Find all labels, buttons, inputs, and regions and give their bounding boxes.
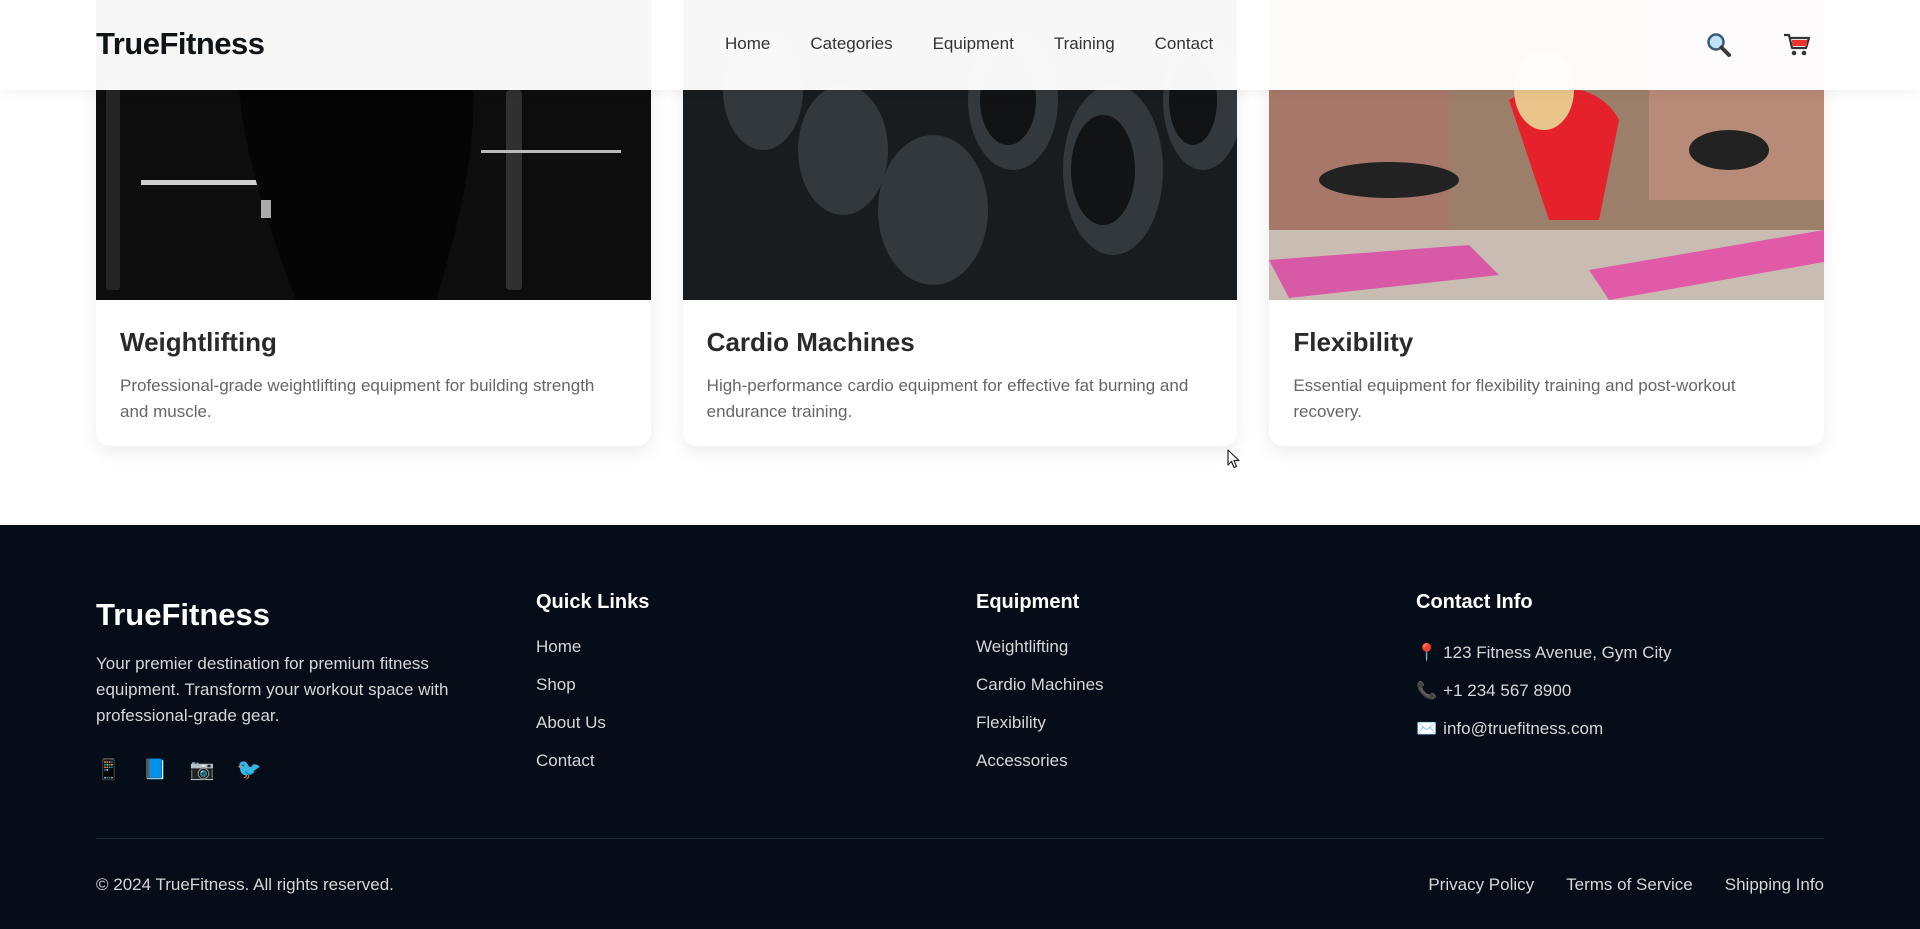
equipment-heading: Equipment [976,591,1080,613]
site-logo[interactable]: TrueFitness [96,26,265,62]
footer-brand: TrueFitness Your premier destination for… [96,593,496,782]
nav-home[interactable]: Home [725,34,770,54]
terms-link[interactable]: Terms of Service [1566,875,1693,895]
footer-divider [96,838,1824,839]
footer-link-about[interactable]: About Us [536,710,649,748]
nav-contact[interactable]: Contact [1155,34,1214,54]
card-description: Professional-grade weightlifting equipme… [120,376,595,421]
quick-links-heading: Quick Links [536,591,650,613]
footer-link-home[interactable]: Home [536,634,649,672]
footer-contact: Contact Info 📍 123 Fitness Avenue, Gym C… [1416,591,1672,748]
card-title: Weightlifting [120,327,277,357]
contact-phone[interactable]: 📞 +1 234 567 8900 [1416,672,1672,710]
main-nav: Home Categories Equipment Training Conta… [725,34,1213,54]
legal-links: Privacy Policy Terms of Service Shipping… [1428,875,1824,895]
footer-link-weightlifting[interactable]: Weightlifting [976,634,1104,672]
footer-link-cardio[interactable]: Cardio Machines [976,672,1104,710]
facebook-icon[interactable]: 📘 [143,757,168,782]
card-title: Flexibility [1293,327,1414,357]
instagram-icon[interactable]: 📷 [190,757,215,782]
copyright: © 2024 TrueFitness. All rights reserved. [96,875,394,894]
nav-categories[interactable]: Categories [810,34,892,54]
card-description: High-performance cardio equipment for ef… [706,376,1189,421]
search-icon[interactable] [1704,30,1734,60]
footer-link-flexibility[interactable]: Flexibility [976,710,1104,748]
card-title: Cardio Machines [706,327,915,357]
contact-address: 📍 123 Fitness Avenue, Gym City [1416,634,1672,672]
nav-training[interactable]: Training [1054,34,1115,54]
cart-icon[interactable] [1782,30,1812,60]
nav-equipment[interactable]: Equipment [933,34,1014,54]
site-header: TrueFitness Home Categories Equipment Tr… [0,0,1920,90]
footer-link-shop[interactable]: Shop [536,672,649,710]
footer-link-contact[interactable]: Contact [536,748,649,786]
address-text: 123 Fitness Avenue, Gym City [1443,643,1672,662]
email-icon: ✉️ [1416,719,1438,738]
privacy-policy-link[interactable]: Privacy Policy [1428,875,1534,895]
contact-heading: Contact Info [1416,591,1533,613]
contact-email[interactable]: ✉️ info@truefitness.com [1416,710,1672,748]
footer-link-accessories[interactable]: Accessories [976,748,1104,786]
shipping-info-link[interactable]: Shipping Info [1725,875,1824,895]
social-links: 📱 📘 📷 🐦 [96,757,496,782]
twitter-icon[interactable]: 🐦 [237,757,262,782]
site-footer: TrueFitness Your premier destination for… [0,525,1920,929]
card-description: Essential equipment for flexibility trai… [1293,376,1736,421]
mobile-icon[interactable]: 📱 [96,757,121,782]
footer-about: Your premier destination for premium fit… [96,654,449,725]
mouse-cursor-icon [1227,449,1240,469]
location-pin-icon: 📍 [1416,643,1438,662]
footer-equipment: Equipment Weightlifting Cardio Machines … [976,591,1104,786]
footer-quick-links: Quick Links Home Shop About Us Contact [536,591,649,786]
email-text: info@truefitness.com [1443,719,1604,738]
footer-logo[interactable]: TrueFitness [96,597,496,633]
phone-text: +1 234 567 8900 [1443,681,1572,700]
phone-icon: 📞 [1416,681,1438,700]
